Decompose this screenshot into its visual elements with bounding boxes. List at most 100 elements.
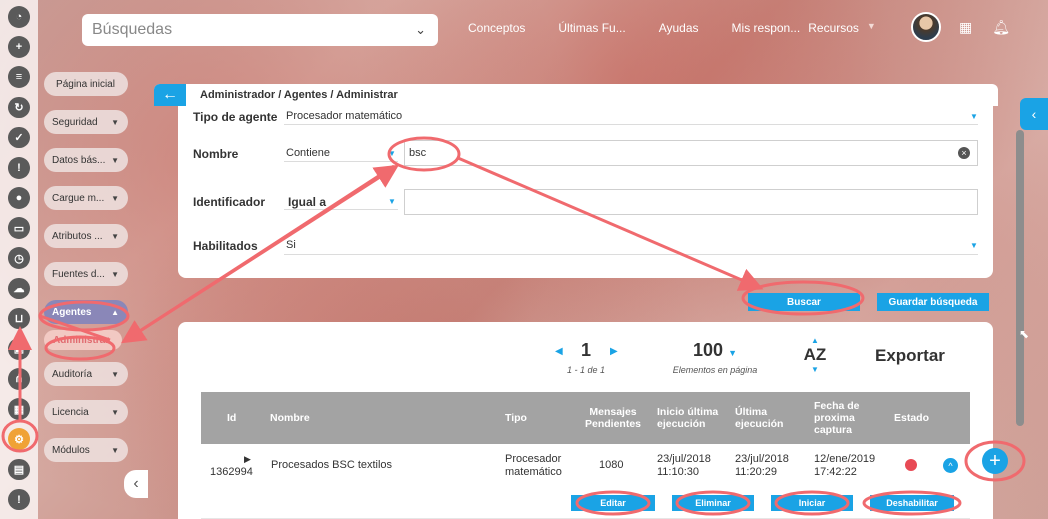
editar-button[interactable]: Editar: [571, 495, 655, 511]
identificador-input[interactable]: [404, 189, 978, 215]
caret-down-icon: ▼: [111, 407, 119, 417]
side-menu: Página inicial Seguridad ▼ Datos bás... ▼ …: [44, 72, 128, 476]
deshabilitar-button[interactable]: Deshabilitar: [870, 495, 954, 511]
next-page-icon[interactable]: ▶: [610, 346, 618, 357]
sidebar-item-datos[interactable]: Datos bás... ▼: [44, 148, 128, 172]
right-panel-toggle[interactable]: ‹: [1020, 98, 1048, 130]
sidebar-item-label: Cargue m...: [52, 192, 105, 204]
list-icon[interactable]: ≡: [8, 66, 30, 89]
tipo-agente-select[interactable]: Procesador matemático: [286, 110, 402, 122]
nav-recursos[interactable]: Recursos: [808, 21, 859, 35]
scrollbar[interactable]: [1016, 130, 1024, 426]
caret-down-icon: ▼: [970, 112, 978, 121]
cell-tipo: Procesador matemático: [505, 453, 562, 479]
per-page-label: Elementos en página: [672, 365, 758, 375]
cell-ultima: 23/jul/2018 11:20:29: [735, 453, 789, 479]
cloud-icon[interactable]: ☁: [8, 277, 30, 300]
check-icon[interactable]: ✓: [8, 126, 30, 149]
users-icon[interactable]: ●: [8, 187, 30, 209]
plus-icon[interactable]: +: [8, 36, 30, 58]
sidebar-item-licencia[interactable]: Licencia ▼: [44, 400, 128, 424]
alert-icon[interactable]: !: [8, 488, 30, 511]
sidebar-subitem-label: Administrar: [53, 334, 110, 346]
nombre-input-value: bsc: [409, 147, 427, 159]
cell-fecha-time: 17:42:22: [814, 466, 857, 478]
calendar-icon[interactable]: ▦: [959, 19, 972, 36]
avatar[interactable]: [910, 12, 941, 42]
bell-icon[interactable]: 🔔︎: [992, 19, 1010, 36]
cell-inicio-time: 11:10:30: [657, 466, 700, 478]
cell-ultima-time: 11:20:29: [735, 466, 778, 478]
cycle-icon[interactable]: ↻: [8, 96, 30, 119]
caret-up-icon: ▲: [111, 307, 119, 317]
caret-down-icon: ▼: [111, 369, 119, 379]
warning-icon[interactable]: !: [8, 156, 30, 179]
nav-mis-responsabilidades[interactable]: Mis respon...: [732, 21, 801, 35]
monitor-icon[interactable]: ▭: [8, 217, 30, 239]
top-bar: Búsquedas ⌄ Conceptos Últimas Fu... Ayud…: [38, 0, 1048, 58]
cell-inicio-date: 23/jul/2018: [657, 453, 711, 465]
sidebar-item-label: Auditoría: [52, 368, 93, 380]
grid-icon[interactable]: ▦: [8, 398, 30, 420]
th-ultima: Última ejecución: [735, 406, 783, 430]
th-inicio-line1: Inicio última: [657, 406, 719, 418]
sidebar-item-auditoria[interactable]: Auditoría ▼: [44, 362, 128, 386]
clear-icon[interactable]: ×: [958, 147, 970, 159]
cell-id: 1362994: [210, 466, 253, 478]
network-icon[interactable]: ⋔: [8, 368, 30, 390]
th-tipo: Tipo: [505, 412, 527, 424]
gift-icon[interactable]: ▣: [8, 337, 30, 360]
sidebar-item-cargue[interactable]: Cargue m... ▼: [44, 186, 128, 210]
clock-icon[interactable]: ◷: [8, 247, 30, 270]
nombre-input[interactable]: bsc ×: [404, 140, 978, 166]
th-mensajes: Mensajes Pendientes: [585, 406, 641, 430]
status-badge: [905, 459, 917, 471]
buscar-button[interactable]: Buscar: [748, 293, 860, 311]
export-button[interactable]: Exportar: [875, 346, 945, 366]
search-select[interactable]: Búsquedas ⌄: [82, 14, 438, 46]
cell-tipo-line2: matemático: [505, 466, 562, 478]
chevron-up-icon[interactable]: ^: [943, 458, 958, 473]
sidebar-item-fuentes[interactable]: Fuentes d... ▼: [44, 262, 128, 286]
th-id: Id: [227, 412, 237, 424]
caret-down-icon: ▼: [111, 269, 119, 279]
habilitados-select[interactable]: Si: [286, 239, 296, 251]
caret-down-icon: ▼: [970, 241, 978, 250]
sidebar-item-label: Módulos: [52, 444, 90, 456]
identificador-operator-select[interactable]: Igual a: [288, 195, 326, 209]
sidebar-item-seguridad[interactable]: Seguridad ▼: [44, 110, 128, 134]
nav-ayudas[interactable]: Ayudas: [659, 21, 699, 35]
nombre-operator-select[interactable]: Contiene: [286, 147, 330, 159]
sidebar-item-agentes[interactable]: Agentes ▲: [44, 300, 128, 324]
filter-panel: Tipo de agente Procesador matemático ▼ N…: [178, 106, 993, 278]
sidebar-item-atributos[interactable]: Atributos ... ▼: [44, 224, 128, 248]
collapse-sidebar-button[interactable]: ‹: [124, 470, 148, 498]
eliminar-button[interactable]: Eliminar: [672, 495, 754, 511]
cart-icon[interactable]: ⊔: [8, 307, 30, 330]
expand-row-icon[interactable]: ▶: [244, 453, 251, 466]
cell-inicio: 23/jul/2018 11:10:30: [657, 453, 711, 479]
per-page-select[interactable]: 100 ▼ Elementos en página: [665, 340, 765, 375]
briefcase-icon[interactable]: ▤: [8, 458, 30, 481]
th-fecha-line3: captura: [814, 424, 852, 436]
add-agent-button[interactable]: +: [982, 448, 1008, 474]
nombre-label: Nombre: [193, 147, 239, 161]
top-nav: Conceptos Últimas Fu... Ayudas Mis respo…: [468, 21, 909, 35]
nav-ultimas[interactable]: Últimas Fu...: [558, 21, 625, 35]
gear-icon[interactable]: ⚙: [8, 428, 30, 451]
sidebar-item-modulos[interactable]: Módulos ▼: [44, 438, 128, 462]
th-fecha: Fecha de proxima captura: [814, 400, 860, 436]
sidebar-item-label: Seguridad: [52, 116, 98, 128]
th-ultima-line1: Última: [735, 406, 768, 418]
pie-chart-icon[interactable]: ◔: [8, 6, 30, 28]
back-button[interactable]: ←: [154, 84, 186, 106]
iniciar-button[interactable]: Iniciar: [771, 495, 853, 511]
guardar-busqueda-button[interactable]: Guardar búsqueda: [877, 293, 989, 311]
nav-conceptos[interactable]: Conceptos: [468, 21, 525, 35]
sort-toggle[interactable]: ▲ AZ ▼: [801, 336, 829, 374]
icon-rail: ◔ + ≡ ↻ ✓ ! ● ▭ ◷ ☁ ⊔ ▣ ⋔ ▦ ⚙ ▤ !: [0, 0, 38, 519]
sort-label: AZ: [803, 345, 827, 364]
sidebar-item-home[interactable]: Página inicial: [44, 72, 128, 96]
sidebar-subitem-administrar[interactable]: Administrar: [44, 330, 122, 350]
more-nav-icon[interactable]: ▼: [867, 21, 876, 35]
